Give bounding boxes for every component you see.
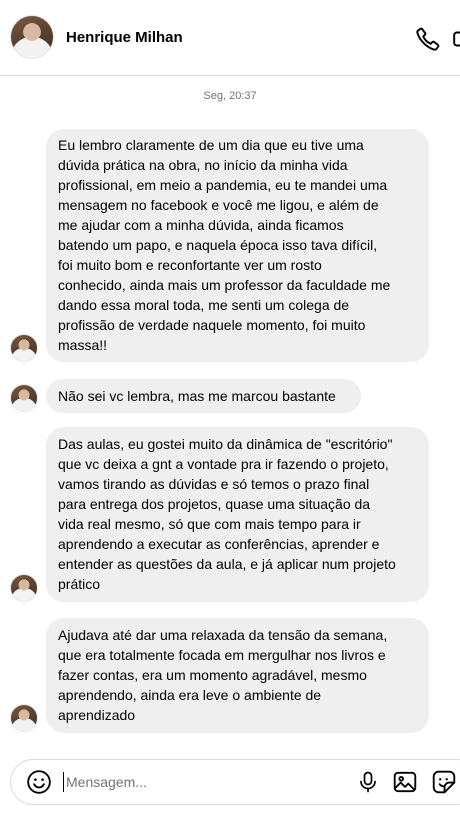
message-line: Eu lembro claramente de um dia que eu ti…	[58, 137, 364, 153]
message-input[interactable]	[63, 772, 343, 792]
message-line: vida real mesmo, só que com mais tempo p…	[58, 516, 361, 532]
message-line: Das aulas, eu gostei muito da dinâmica d…	[58, 436, 393, 452]
message-line: foi muito bom e reconfortante ver um ros…	[58, 257, 322, 273]
message-line: profissão de verdade naquele momento, fo…	[58, 317, 366, 333]
message-line: Não sei vc lembra, mas me marcou bastant…	[58, 388, 336, 404]
message-line: entender as questões da aula, e já aplic…	[58, 556, 396, 572]
message-bubble[interactable]: Eu lembro claramente de um dia que eu ti…	[46, 129, 429, 362]
sender-avatar[interactable]	[10, 334, 38, 362]
microphone-icon[interactable]	[356, 769, 380, 795]
message-line: aprendendo a executar as conferências, a…	[58, 536, 380, 552]
message-line: me ajudar com a minha dúvida, ainda fica…	[58, 217, 344, 233]
sender-avatar[interactable]	[10, 384, 38, 412]
message-line: para entrega dos projetos, quase uma sit…	[58, 496, 371, 512]
video-camera-icon[interactable]	[452, 26, 460, 52]
message-line: Ajudava até dar uma relaxada da tensão d…	[58, 627, 388, 643]
contact-name[interactable]: Henrique Milhan	[66, 29, 183, 46]
message-line: vamos tirando as dúvidas e só temos o pr…	[58, 476, 370, 492]
message-line: dúvida prática na obra, no início da min…	[58, 157, 348, 173]
message-line: que vc deixa a gnt a vontade pra ir faze…	[58, 456, 389, 472]
message-line: batendo um papo, e naquela época isso ta…	[58, 237, 378, 253]
message-line: que era totalmente focada em mergulhar n…	[58, 647, 386, 663]
sender-avatar[interactable]	[10, 704, 38, 732]
message-line: fazer contas, era um momento agradável, …	[58, 667, 367, 683]
message-bubble[interactable]: Ajudava até dar uma relaxada da tensão d…	[46, 618, 429, 733]
chat-header: Henrique Milhan	[0, 0, 460, 76]
message-line: conhecido, ainda mais um professor da fa…	[58, 277, 391, 293]
message-bubble[interactable]: Não sei vc lembra, mas me marcou bastant…	[46, 379, 361, 413]
contact-avatar[interactable]	[10, 15, 54, 59]
emoji-icon[interactable]	[26, 769, 52, 795]
sticker-icon[interactable]	[431, 769, 457, 795]
message-line: dando essa moral toda, me senti um coleg…	[58, 297, 350, 313]
message-bubble[interactable]: Das aulas, eu gostei muito da dinâmica d…	[46, 427, 429, 602]
message-line: aprendendo, ainda era leve o ambiente de	[58, 687, 322, 703]
message-line: massa!!	[58, 337, 108, 353]
message-line: profissional, em meio a pandemia, eu te …	[58, 177, 388, 193]
thread-timestamp: Seg, 20:37	[203, 90, 257, 102]
sender-avatar[interactable]	[10, 574, 38, 602]
message-line: prático	[58, 576, 101, 592]
message-line: aprendizado	[58, 707, 136, 723]
phone-icon[interactable]	[415, 26, 441, 52]
image-icon[interactable]	[392, 769, 418, 795]
message-line: mensagem no facebook e você me ligou, e …	[58, 197, 379, 213]
message-composer	[10, 759, 460, 805]
